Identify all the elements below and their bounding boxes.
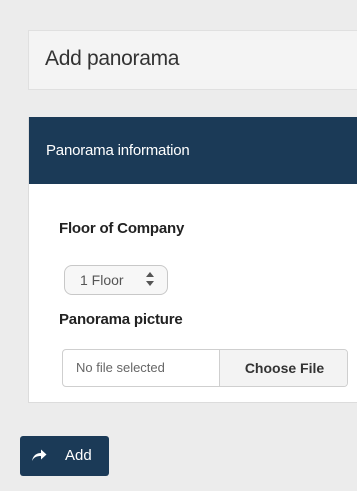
share-arrow-icon: [32, 449, 47, 461]
panel-heading: Panorama information: [29, 117, 357, 184]
page-header: Add panorama: [28, 30, 357, 90]
add-button[interactable]: Add: [20, 436, 109, 476]
floor-select-value: 1 Floor: [80, 272, 124, 288]
panorama-file-input[interactable]: No file selected Choose File: [62, 349, 348, 387]
page-title: Add panorama: [45, 47, 180, 70]
choose-file-button[interactable]: Choose File: [219, 350, 347, 386]
add-button-label: Add: [65, 447, 92, 464]
picture-label: Panorama picture: [59, 311, 183, 328]
file-status: No file selected: [76, 360, 165, 375]
panel-title: Panorama information: [46, 142, 190, 159]
page: Add panorama Panorama information Floor …: [0, 0, 357, 491]
floor-select[interactable]: 1 Floor: [64, 265, 168, 295]
select-arrows-icon: [146, 272, 154, 286]
panorama-info-panel: Panorama information Floor of Company 1 …: [28, 117, 357, 403]
floor-label: Floor of Company: [59, 220, 185, 237]
